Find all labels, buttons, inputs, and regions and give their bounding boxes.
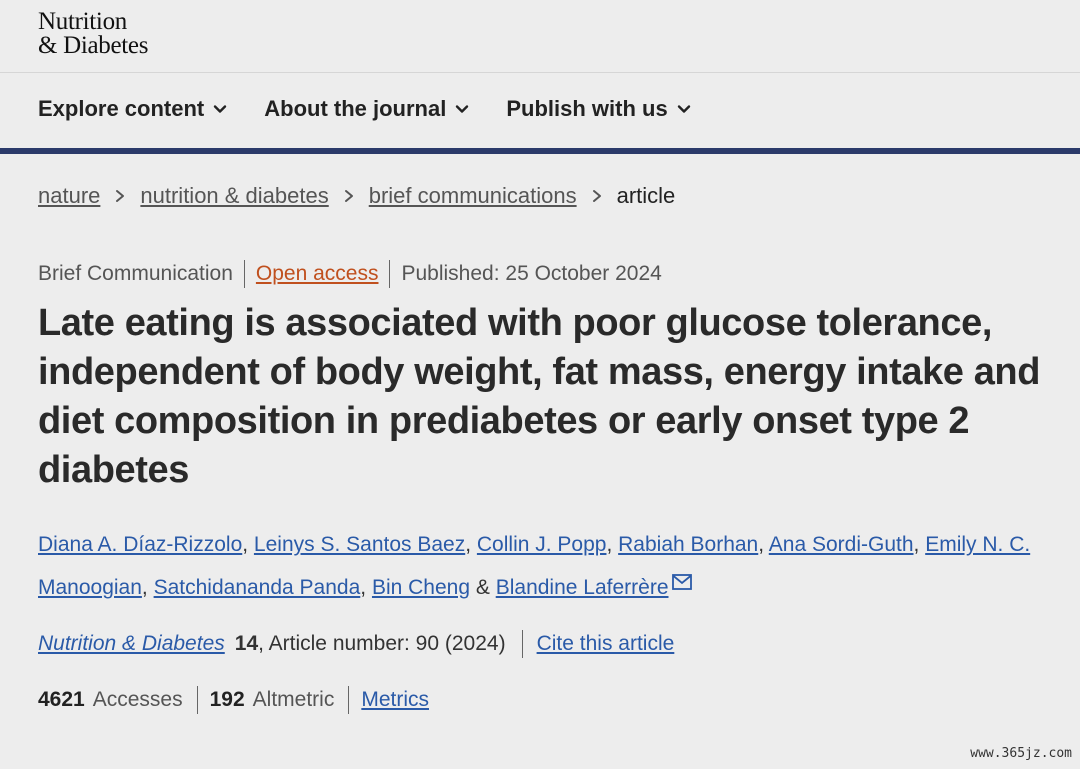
- altmetric-count: 192: [209, 688, 245, 711]
- nav-label: Publish with us: [506, 96, 668, 121]
- metrics-divider: [196, 686, 198, 714]
- article-meta: Brief Communication Open access Publishe…: [38, 260, 662, 288]
- breadcrumb-nature[interactable]: nature: [38, 183, 100, 209]
- breadcrumb-current: article: [616, 183, 676, 208]
- meta-divider: [243, 260, 245, 288]
- article-type: Brief Communication: [38, 262, 233, 285]
- author-link[interactable]: Ana Sordi-Guth: [769, 533, 914, 556]
- chevron-down-icon: [456, 105, 469, 113]
- citation-divider: [521, 630, 523, 658]
- chevron-right-icon: [116, 190, 125, 202]
- author-link[interactable]: Bin Cheng: [372, 576, 470, 599]
- header-divider: [0, 72, 1080, 73]
- logo-line-1: Nutrition: [38, 8, 127, 35]
- accesses-label: Accesses: [92, 688, 183, 711]
- chevron-down-icon: [677, 105, 690, 113]
- article-metrics: 4621 Accesses 192 Altmetric Metrics: [38, 686, 429, 714]
- cite-this-article-link[interactable]: Cite this article: [537, 632, 675, 656]
- author-separator: ,: [758, 533, 769, 556]
- chevron-down-icon: [214, 105, 227, 113]
- volume-number: 14: [234, 632, 259, 655]
- author-list: Diana A. Díaz-Rizzolo, Leinys S. Santos …: [38, 523, 1078, 609]
- article-number: , Article number: 90 (2024): [258, 632, 506, 655]
- author-separator: ,: [360, 576, 372, 599]
- watermark: www.365jz.com: [970, 746, 1072, 761]
- mail-icon[interactable]: [671, 574, 692, 590]
- nav-explore-content[interactable]: Explore content: [38, 96, 228, 122]
- journal-link[interactable]: Nutrition & Diabetes: [38, 632, 225, 656]
- nav-accent-bar: [0, 148, 1080, 154]
- author-link[interactable]: Leinys S. Santos Baez: [254, 533, 465, 556]
- open-access-link[interactable]: Open access: [256, 262, 379, 286]
- citation-line: Nutrition & Diabetes 14 , Article number…: [38, 630, 674, 658]
- author-link[interactable]: Satchidananda Panda: [154, 576, 361, 599]
- author-separator: ,: [606, 533, 619, 556]
- nav-about-journal[interactable]: About the journal: [264, 96, 470, 122]
- logo-line-2: & Diabetes: [38, 32, 149, 59]
- author-link[interactable]: Diana A. Díaz-Rizzolo: [38, 533, 242, 556]
- nav-label: About the journal: [264, 96, 447, 121]
- metrics-divider: [348, 686, 350, 714]
- nav-publish-with-us[interactable]: Publish with us: [506, 96, 691, 122]
- breadcrumb-journal[interactable]: nutrition & diabetes: [140, 183, 328, 209]
- breadcrumb: nature nutrition & diabetes brief commun…: [38, 183, 675, 209]
- accesses-count: 4621: [38, 688, 85, 711]
- author-link[interactable]: Rabiah Borhan: [618, 533, 758, 556]
- journal-logo[interactable]: Nutrition & Diabetes: [38, 8, 149, 59]
- published-date: Published: 25 October 2024: [401, 262, 662, 285]
- author-link[interactable]: Collin J. Popp: [477, 533, 607, 556]
- author-separator: &: [470, 576, 496, 599]
- article-title: Late eating is associated with poor gluc…: [38, 302, 1041, 491]
- altmetric-label: Altmetric: [252, 688, 335, 711]
- author-separator: ,: [465, 533, 477, 556]
- author-link[interactable]: Blandine Laferrère: [496, 576, 669, 599]
- chevron-right-icon: [344, 190, 353, 202]
- breadcrumb-section[interactable]: brief communications: [369, 183, 577, 209]
- nav-label: Explore content: [38, 96, 205, 121]
- author-separator: ,: [913, 533, 926, 556]
- metrics-link[interactable]: Metrics: [361, 688, 429, 712]
- author-separator: ,: [242, 533, 254, 556]
- chevron-right-icon: [592, 190, 601, 202]
- meta-divider: [389, 260, 391, 288]
- main-nav: Explore content About the journal Publis…: [38, 96, 692, 122]
- author-separator: ,: [141, 576, 154, 599]
